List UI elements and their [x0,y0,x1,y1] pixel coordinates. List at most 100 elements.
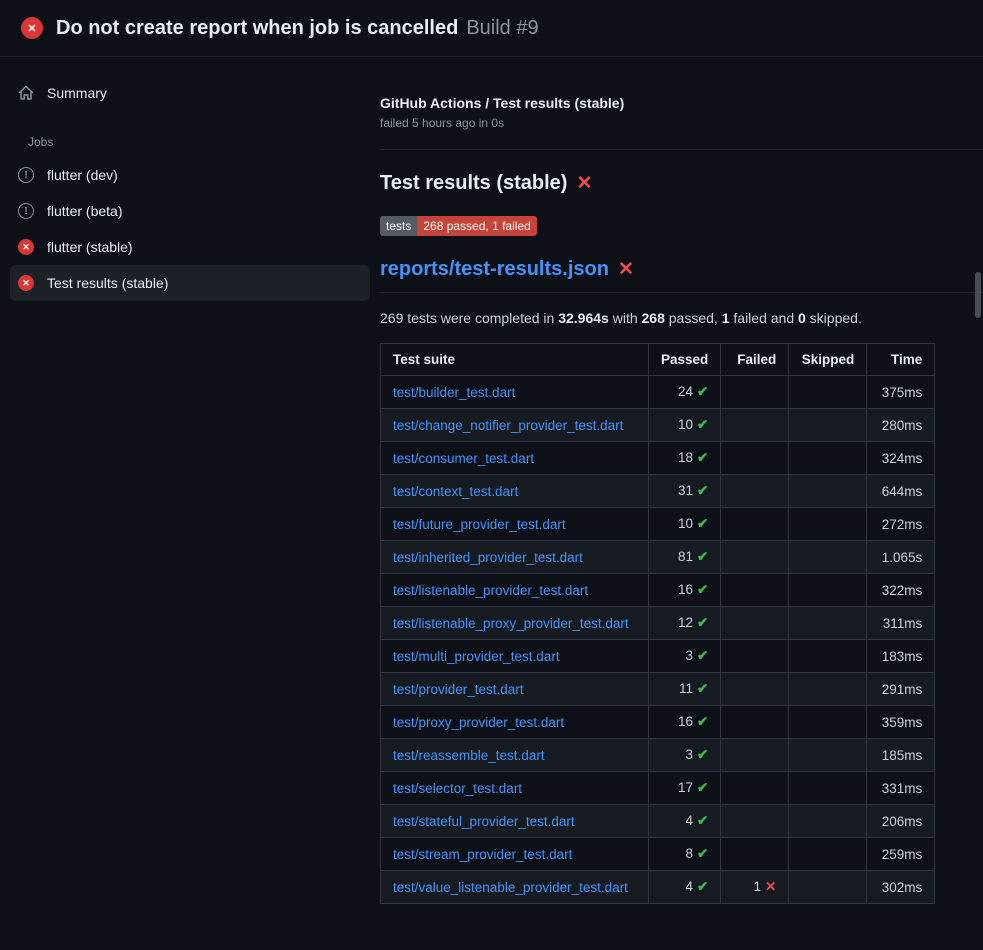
check-icon: ✔ [697,747,708,762]
page-title: Do not create report when job is cancell… [56,17,539,40]
build-header: ✕ Do not create report when job is cance… [0,0,983,57]
report-heading: reports/test-results.json ✕ [380,258,983,293]
test-suite-cell: test/change_notifier_provider_test.dart [381,409,649,442]
table-row: test/proxy_provider_test.dart16✔359ms [381,706,935,739]
test-suite-link[interactable]: test/value_listenable_provider_test.dart [393,880,628,895]
check-status-line: failed 5 hours ago in 0s [380,116,983,130]
test-suite-cell: test/value_listenable_provider_test.dart [381,871,649,904]
test-suite-link[interactable]: test/inherited_provider_test.dart [393,550,583,565]
skipped-cell [789,673,867,706]
test-suite-link[interactable]: test/provider_test.dart [393,682,524,697]
passed-cell: 4✔ [649,805,721,838]
sidebar-summary-label: Summary [47,85,107,101]
test-suite-cell: test/multi_provider_test.dart [381,640,649,673]
sidebar-job-flutter-stable[interactable]: ✕flutter (stable) [10,229,370,265]
check-icon: ✔ [697,384,708,399]
table-row: test/future_provider_test.dart10✔272ms [381,508,935,541]
time-cell: 322ms [867,574,935,607]
x-circle-icon: ✕ [21,17,43,39]
test-suite-link[interactable]: test/future_provider_test.dart [393,517,566,532]
table-row: test/stream_provider_test.dart8✔259ms [381,838,935,871]
sidebar-job-test-results-stable[interactable]: ✕Test results (stable) [10,265,370,301]
tests-badge: tests268 passed, 1 failed [380,216,537,236]
skipped-cell [789,541,867,574]
test-suite-link[interactable]: test/reassemble_test.dart [393,748,545,763]
test-suite-cell: test/provider_test.dart [381,673,649,706]
time-cell: 324ms [867,442,935,475]
test-results-table: Test suite Passed Failed Skipped Time te… [380,343,935,904]
check-icon: ✔ [697,516,708,531]
test-suite-cell: test/listenable_proxy_provider_test.dart [381,607,649,640]
failed-cell [721,376,789,409]
time-cell: 359ms [867,706,935,739]
time-cell: 206ms [867,805,935,838]
passed-cell: 11✔ [649,673,721,706]
skipped-cell [789,838,867,871]
check-icon: ✔ [697,714,708,729]
skipped-cell [789,772,867,805]
report-link[interactable]: reports/test-results.json [380,258,609,281]
table-row: test/inherited_provider_test.dart81✔1.06… [381,541,935,574]
test-suite-link[interactable]: test/context_test.dart [393,484,518,499]
x-icon: ✕ [765,879,776,894]
skipped-cell [789,508,867,541]
sidebar-item-summary[interactable]: Summary [0,75,380,111]
test-suite-link[interactable]: test/change_notifier_provider_test.dart [393,418,623,433]
skipped-cell [789,640,867,673]
test-suite-link[interactable]: test/stream_provider_test.dart [393,847,572,862]
passed-cell: 81✔ [649,541,721,574]
scrollbar-thumb[interactable] [975,272,981,318]
table-row: test/listenable_proxy_provider_test.dart… [381,607,935,640]
test-suite-link[interactable]: test/multi_provider_test.dart [393,649,560,664]
check-icon: ✔ [697,417,708,432]
check-icon: ✔ [697,879,708,894]
job-label: Test results (stable) [47,275,168,291]
test-suite-link[interactable]: test/listenable_provider_test.dart [393,583,588,598]
time-cell: 311ms [867,607,935,640]
skipped-cell [789,805,867,838]
failed-x-icon: ✕ [618,260,634,279]
skipped-cell [789,376,867,409]
check-icon: ✔ [697,450,708,465]
failed-cell [721,640,789,673]
test-suite-cell: test/future_provider_test.dart [381,508,649,541]
job-label: flutter (stable) [47,239,133,255]
passed-cell: 10✔ [649,508,721,541]
time-cell: 280ms [867,409,935,442]
failed-cell [721,772,789,805]
table-row: test/value_listenable_provider_test.dart… [381,871,935,904]
header-time: Time [867,344,935,376]
passed-cell: 3✔ [649,739,721,772]
skipped-cell [789,574,867,607]
neutral-status-icon: ! [18,203,34,219]
skipped-cell [789,442,867,475]
passed-cell: 24✔ [649,376,721,409]
check-breadcrumb: GitHub Actions / Test results (stable) [380,95,983,111]
summary-text: 269 tests were completed in 32.964s with… [380,310,983,326]
table-row: test/selector_test.dart17✔331ms [381,772,935,805]
failed-cell: 1✕ [721,871,789,904]
check-icon: ✔ [697,813,708,828]
failed-cell [721,508,789,541]
test-suite-link[interactable]: test/consumer_test.dart [393,451,534,466]
failed-cell [721,541,789,574]
test-suite-link[interactable]: test/listenable_proxy_provider_test.dart [393,616,629,631]
sidebar-job-flutter-dev[interactable]: !flutter (dev) [10,157,370,193]
job-label: flutter (dev) [47,167,118,183]
job-label: flutter (beta) [47,203,122,219]
test-suite-link[interactable]: test/builder_test.dart [393,385,515,400]
check-title: Test results (stable) ✕ [380,172,983,195]
test-suite-cell: test/reassemble_test.dart [381,739,649,772]
sidebar-job-flutter-beta[interactable]: ! flutter (beta) [10,193,370,229]
test-suite-link[interactable]: test/proxy_provider_test.dart [393,715,564,730]
header-test-suite: Test suite [381,344,649,376]
table-row: test/consumer_test.dart18✔324ms [381,442,935,475]
check-icon: ✔ [697,846,708,861]
time-cell: 644ms [867,475,935,508]
check-icon: ✔ [697,615,708,630]
check-title-text: Test results (stable) [380,172,567,195]
time-cell: 302ms [867,871,935,904]
test-suite-cell: test/proxy_provider_test.dart [381,706,649,739]
test-suite-link[interactable]: test/stateful_provider_test.dart [393,814,575,829]
test-suite-link[interactable]: test/selector_test.dart [393,781,522,796]
